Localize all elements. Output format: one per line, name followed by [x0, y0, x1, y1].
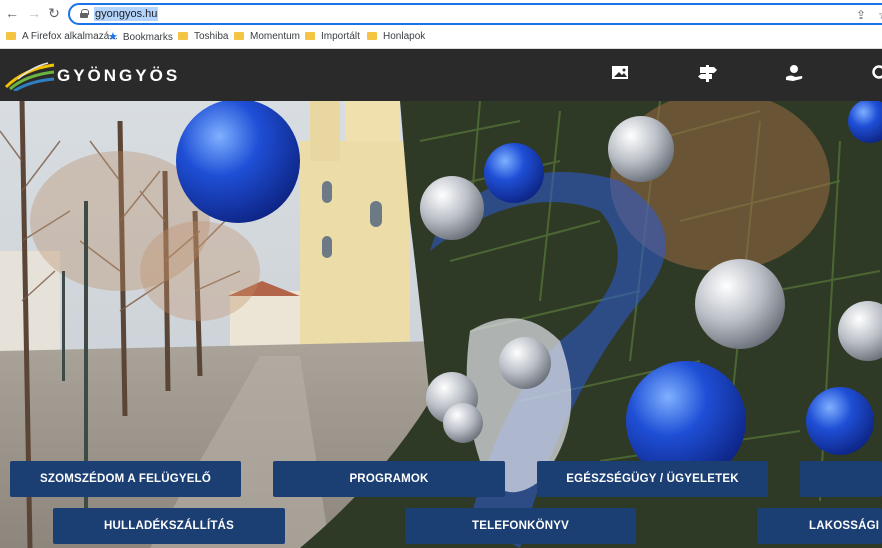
back-icon[interactable]: ←: [4, 5, 20, 21]
quick-link-waste-collection[interactable]: HULLADÉKSZÁLLÍTÁS: [53, 508, 285, 544]
user-hand-icon[interactable]: [783, 64, 805, 82]
bookmark-item[interactable]: Importált: [305, 30, 360, 44]
quick-link-more[interactable]: [800, 461, 882, 497]
bookmarks-bar: A Firefox alkalmazá... ★ Bookmarks Toshib…: [0, 27, 882, 47]
bookmark-item[interactable]: Momentum: [234, 30, 300, 44]
bookmark-item[interactable]: Toshiba: [178, 30, 228, 44]
quick-link-health[interactable]: EGÉSZSÉGÜGY / ÜGYELETEK: [537, 461, 768, 497]
logo-icon[interactable]: [4, 61, 56, 91]
quick-link-phonebook[interactable]: TELEFONKÖNYV: [405, 508, 636, 544]
bookmark-item[interactable]: ★ Bookmarks: [108, 30, 173, 45]
folder-icon: [178, 32, 188, 40]
signpost-icon[interactable]: [697, 64, 719, 82]
quick-link-residential[interactable]: LAKOSSÁGI BI: [757, 508, 882, 544]
folder-icon: [367, 32, 377, 40]
lock-icon[interactable]: [80, 9, 89, 18]
quick-link-programs[interactable]: PROGRAMOK: [273, 461, 505, 497]
reload-icon[interactable]: ↻: [46, 5, 62, 21]
browser-chrome: ← → ↻ gyongyos.hu ⇪ ☆ A Firefox alkalmaz…: [0, 0, 882, 49]
site-header: GYÖNGYÖS: [0, 49, 882, 101]
hero-image: SZOMSZÉDOM A FELÜGYELŐ PROGRAMOK EGÉSZSÉ…: [0, 101, 882, 548]
search-icon[interactable]: [870, 64, 882, 82]
folder-icon: [305, 32, 315, 40]
folder-icon: [234, 32, 244, 40]
forward-icon[interactable]: →: [26, 5, 42, 21]
folder-icon: [6, 32, 16, 40]
address-bar[interactable]: gyongyos.hu ⇪ ☆: [68, 3, 882, 25]
star-icon: ★: [108, 31, 118, 43]
quick-link-neighbour-watch[interactable]: SZOMSZÉDOM A FELÜGYELŐ: [10, 461, 241, 497]
share-icon[interactable]: ⇪: [856, 8, 866, 22]
bookmark-star-icon[interactable]: ☆: [878, 8, 882, 22]
logo-text[interactable]: GYÖNGYÖS: [57, 66, 180, 86]
url-text[interactable]: gyongyos.hu: [94, 7, 159, 21]
bookmark-item[interactable]: Honlapok: [367, 30, 425, 44]
gallery-icon[interactable]: [610, 64, 632, 82]
bookmark-item[interactable]: A Firefox alkalmazá...: [6, 30, 118, 44]
